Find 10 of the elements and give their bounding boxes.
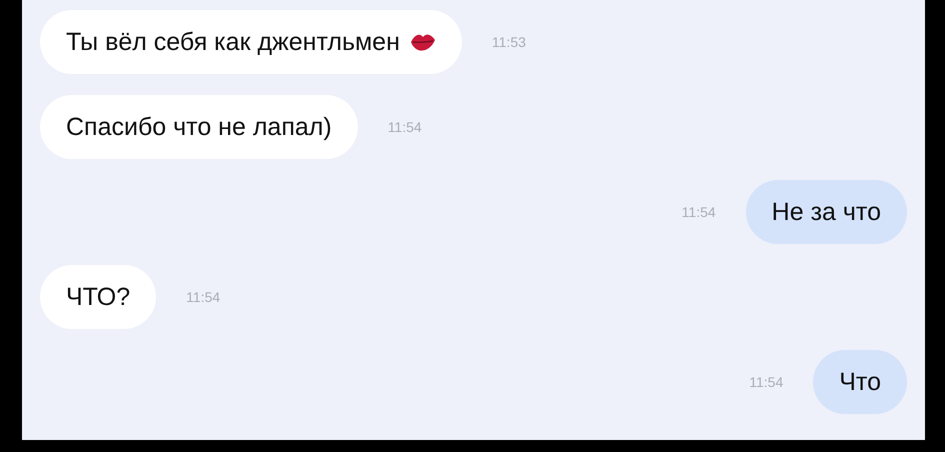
message-time: 11:54 [388, 119, 422, 135]
message-text: Спасибо что не лапал) [66, 112, 332, 142]
message-time: 11:54 [682, 204, 716, 220]
message-text: Не за что [772, 198, 881, 226]
message-time: 11:54 [749, 374, 784, 390]
message-text: Ты вёл себя как джентльмен [66, 28, 400, 56]
message-time: 11:53 [492, 34, 526, 50]
message-time: 11:54 [186, 289, 220, 305]
message-text: Что [839, 368, 881, 396]
message-text: ЧТО? [66, 282, 130, 312]
